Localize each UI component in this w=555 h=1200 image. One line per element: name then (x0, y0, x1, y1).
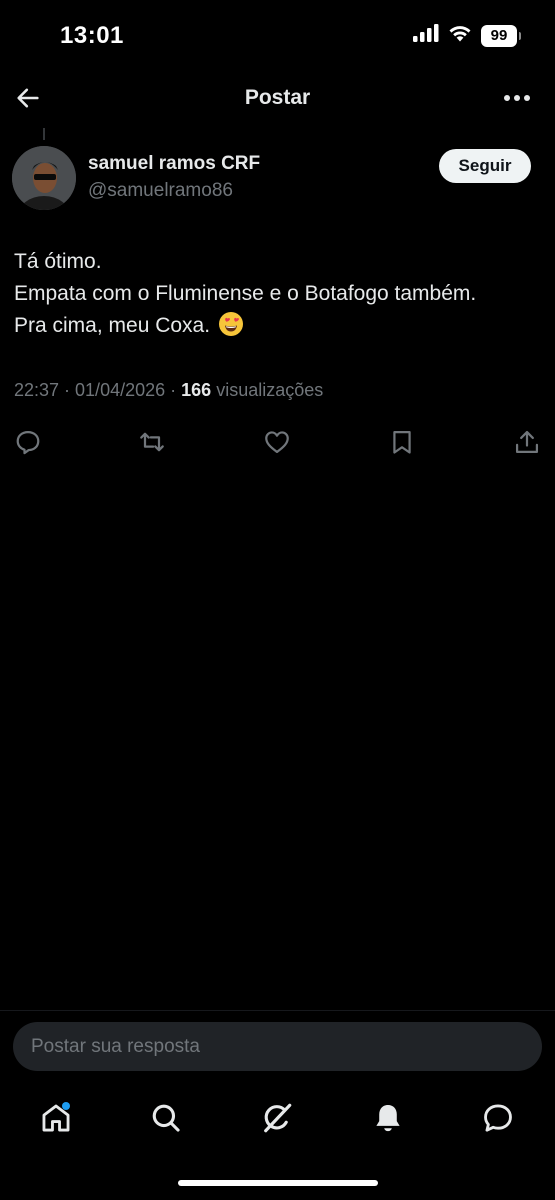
home-indicator (178, 1180, 378, 1186)
views-label: visualizações (216, 380, 324, 400)
more-horizontal-icon (504, 95, 530, 101)
status-time: 13:01 (60, 22, 124, 49)
battery-level: 99 (490, 27, 508, 44)
post-text-line: Pra cima, meu Coxa. (14, 310, 544, 347)
author-handle[interactable]: @samuelramo86 (88, 180, 233, 202)
page-title: Postar (244, 86, 311, 109)
reply-divider (0, 1010, 555, 1011)
retweet-button[interactable] (136, 426, 168, 458)
share-button[interactable] (511, 426, 543, 458)
home-notification-dot (62, 1102, 70, 1110)
avatar[interactable] (12, 146, 76, 210)
wifi-icon (448, 24, 472, 47)
nav-grok[interactable] (257, 1098, 297, 1138)
bookmark-button[interactable] (386, 426, 418, 458)
meta-separator: · (165, 380, 182, 400)
post-meta: 22:37 · 01/04/2026 · 166 visualizações (14, 380, 323, 401)
reply-input[interactable] (13, 1022, 542, 1071)
reply-icon (16, 430, 40, 455)
search-icon (152, 1104, 180, 1132)
more-button[interactable] (501, 82, 533, 114)
notifications-icon (376, 1104, 400, 1132)
nav-home[interactable] (36, 1098, 76, 1138)
views-count: 166 (181, 380, 212, 400)
messages-icon (484, 1104, 512, 1132)
share-icon (515, 430, 539, 454)
status-bar: 13:01 99 (0, 0, 555, 70)
bottom-nav (0, 1088, 555, 1148)
nav-messages[interactable] (478, 1098, 518, 1138)
post-text-line-content: Pra cima, meu Coxa. (14, 314, 211, 337)
retweet-icon (140, 432, 164, 452)
grok-icon (264, 1103, 292, 1133)
follow-button[interactable]: Seguir (439, 149, 531, 183)
post-timestamp[interactable]: 22:37 · 01/04/2026 (14, 380, 165, 400)
post-text-line: Empata com o Fluminense e o Botafogo tam… (14, 282, 477, 305)
thread-line (43, 128, 45, 140)
post-actions (0, 424, 555, 460)
top-bar: Postar (0, 70, 555, 126)
like-icon (265, 431, 289, 454)
bookmark-icon (393, 430, 411, 454)
like-button[interactable] (261, 426, 293, 458)
status-icons: 99 (413, 24, 521, 47)
post-text-line: Tá ótimo. (14, 250, 102, 273)
post-text: Tá ótimo. Empata com o Fluminense e o Bo… (14, 246, 544, 347)
nav-notifications[interactable] (368, 1098, 408, 1138)
nav-search[interactable] (146, 1098, 186, 1138)
reply-button[interactable] (12, 426, 44, 458)
signal-icon (413, 24, 439, 47)
author-name[interactable]: samuel ramos CRF (88, 153, 260, 175)
battery-icon: 99 (481, 24, 521, 47)
heart-eyes-emoji (218, 311, 244, 347)
